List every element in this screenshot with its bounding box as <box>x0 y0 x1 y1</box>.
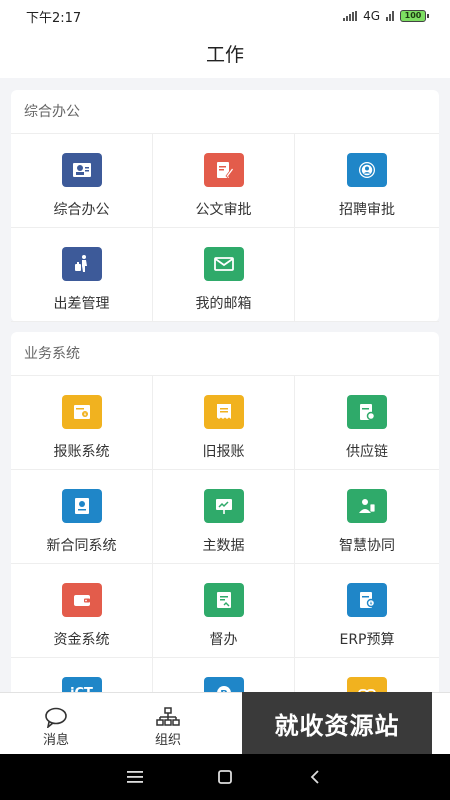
app-label: 新合同系统 <box>46 538 117 554</box>
app-tile-funds-system[interactable]: 资金系统 <box>11 564 153 658</box>
nav-label: 组织 <box>154 733 181 748</box>
app-tile-document-approval[interactable]: 公文审批 <box>153 134 295 228</box>
home-button[interactable] <box>210 762 240 792</box>
empty-tile <box>295 228 439 322</box>
app-tile-old-reimbursement[interactable]: 旧报账 <box>153 376 295 470</box>
reimburse-icon: ¥ <box>61 395 102 429</box>
app-label: 出差管理 <box>53 296 110 312</box>
app-label: 综合办公 <box>53 202 110 218</box>
nav-item-messages[interactable]: 消息 <box>0 693 112 754</box>
app-label: 督办 <box>209 632 238 648</box>
supply-chain-icon <box>347 395 387 429</box>
status-bar: 下午2:17 4G 100 <box>0 0 450 32</box>
workbench-content[interactable]: 综合办公 综合办公 公文审批 招聘审批 出差管理 我的邮箱 业务系统 ¥ 报账系… <box>0 80 450 692</box>
watermark-overlay: 就收资源站 <box>242 692 432 754</box>
mobile-signal-icon <box>386 11 394 21</box>
system-nav-bar <box>0 754 450 800</box>
battery-icon: 100 <box>400 10 429 22</box>
app-tile-business-trip[interactable]: 出差管理 <box>11 228 153 322</box>
app-tile-erp-budget[interactable]: ¥ ERP预算 <box>295 564 439 658</box>
collaboration-icon <box>347 489 387 523</box>
mail-icon <box>203 247 244 281</box>
status-indicators: 4G 100 <box>343 9 429 23</box>
section-title: 业务系统 <box>11 332 439 376</box>
app-label: 我的邮箱 <box>195 296 252 312</box>
app-tile-new-contract[interactable]: 新合同系统 <box>11 470 153 564</box>
ict-icon: iCT <box>61 677 102 692</box>
recruit-icon <box>347 153 387 187</box>
app-label: 旧报账 <box>202 444 245 460</box>
section-business-systems: 业务系统 ¥ 报账系统 旧报账 供应链 新合同系统 主数据 智慧协同 资金系统 … <box>11 332 439 692</box>
app-tile-link-app[interactable] <box>295 658 439 692</box>
app-tile-circle-app[interactable]: B <box>153 658 295 692</box>
app-label: 招聘审批 <box>339 202 395 218</box>
menu-icon <box>127 771 143 783</box>
nav-item-organization[interactable]: 组织 <box>112 693 224 754</box>
app-tile-supervise[interactable]: 督办 <box>153 564 295 658</box>
menu-button[interactable] <box>120 762 150 792</box>
app-grid: ¥ 报账系统 旧报账 供应链 新合同系统 主数据 智慧协同 资金系统 督办 ¥ … <box>11 376 439 692</box>
business-trip-icon <box>61 247 102 281</box>
app-tile-recruit-approval[interactable]: 招聘审批 <box>295 134 439 228</box>
svg-text:¥: ¥ <box>370 601 373 607</box>
app-label: 主数据 <box>202 538 245 554</box>
app-label: ERP预算 <box>339 632 395 648</box>
section-title: 综合办公 <box>11 90 439 134</box>
page-title: 工作 <box>0 32 450 78</box>
section-general-office: 综合办公 综合办公 公文审批 招聘审批 出差管理 我的邮箱 <box>11 90 439 322</box>
organization-icon <box>156 707 180 726</box>
signal-icon <box>343 11 358 21</box>
message-icon <box>45 707 67 728</box>
app-grid: 综合办公 公文审批 招聘审批 出差管理 我的邮箱 <box>11 134 439 322</box>
app-tile-reimbursement[interactable]: ¥ 报账系统 <box>11 376 153 470</box>
app-label: 智慧协同 <box>339 538 395 554</box>
link-app-icon <box>347 677 387 692</box>
status-time: 下午2:17 <box>26 10 82 26</box>
document-edit-icon <box>203 153 244 187</box>
app-tile-smart-collaboration[interactable]: 智慧协同 <box>295 470 439 564</box>
app-label: 供应链 <box>346 444 388 460</box>
svg-text:¥: ¥ <box>83 412 86 418</box>
presentation-icon <box>203 489 244 523</box>
app-tile-my-mailbox[interactable]: 我的邮箱 <box>153 228 295 322</box>
receipt-icon <box>203 395 244 429</box>
app-tile-general-office[interactable]: 综合办公 <box>11 134 153 228</box>
app-label: 资金系统 <box>53 632 110 648</box>
wallet-icon <box>61 583 102 617</box>
nav-label: 消息 <box>42 733 69 748</box>
home-icon <box>218 770 232 784</box>
app-tile-ict[interactable]: iCT <box>11 658 153 692</box>
network-type: 4G <box>363 9 380 23</box>
app-label: 公文审批 <box>195 202 252 218</box>
app-tile-master-data[interactable]: 主数据 <box>153 470 295 564</box>
contract-icon <box>61 489 102 523</box>
app-label: 报账系统 <box>53 444 110 460</box>
badge-icon <box>61 153 102 187</box>
app-tile-supply-chain[interactable]: 供应链 <box>295 376 439 470</box>
back-button[interactable] <box>300 762 330 792</box>
circle-app-icon: B <box>203 677 244 692</box>
back-icon <box>310 770 319 784</box>
supervise-icon <box>203 583 244 617</box>
budget-icon: ¥ <box>347 583 387 617</box>
